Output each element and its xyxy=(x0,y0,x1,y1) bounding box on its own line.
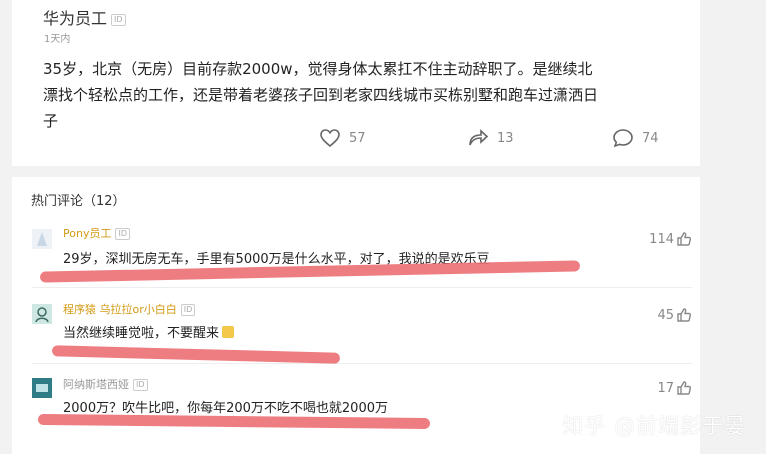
emoji-icon xyxy=(222,326,235,338)
comment-text: 当然继续睡觉啦，不要醒来 xyxy=(63,322,235,341)
id-badge: ID xyxy=(133,379,148,391)
comment-like-count: 45 xyxy=(657,307,674,323)
post-card: 华为员工 ID 1天内 35岁，北京（无房）目前存款2000w，觉得身体太累扛不住… xyxy=(12,0,700,166)
comment-author[interactable]: Pony员工 ID xyxy=(63,225,130,241)
comment-like-count: 114 xyxy=(649,231,674,247)
comment-text: 2000万？吹牛比吧，你每年200万不吃不喝也就2000万 xyxy=(63,401,388,416)
comment-author[interactable]: 程序猿 乌拉拉or小白白 ID xyxy=(63,301,196,317)
id-badge: ID xyxy=(180,304,196,316)
repost-button[interactable]: 13 xyxy=(467,128,514,148)
comment-text-content: 当然继续睡觉啦，不要醒来 xyxy=(63,326,220,341)
comment-bubble-icon xyxy=(613,129,633,148)
watermark: 知乎 @前端彭于晏 xyxy=(562,414,746,438)
comment-author-name[interactable]: 程序猿 乌拉拉or小白白 xyxy=(63,303,177,316)
comment-like-button[interactable]: 114 xyxy=(649,231,692,247)
like-count: 57 xyxy=(349,130,366,146)
repost-count: 13 xyxy=(497,130,514,146)
thumbs-up-icon xyxy=(677,308,692,322)
id-badge: ID xyxy=(111,13,126,26)
repost-arrow-icon xyxy=(469,129,489,146)
id-badge: ID xyxy=(115,228,130,240)
post-body: 35岁，北京（无房）目前存款2000w，觉得身体太累扛不住主动辞职了。是继续北漂… xyxy=(43,60,599,130)
post-author[interactable]: 华为员工 ID xyxy=(43,5,126,29)
avatar[interactable] xyxy=(32,304,52,324)
thumbs-up-icon xyxy=(677,232,692,246)
thumbs-up-icon xyxy=(677,381,692,395)
post-author-name[interactable]: 华为员工 xyxy=(43,9,107,28)
post-time: 1天内 xyxy=(44,34,71,45)
section-title: 热门评论（12） xyxy=(31,194,126,209)
comment-author-name[interactable]: Pony员工 xyxy=(63,227,111,240)
comment-author[interactable]: 阿纳斯塔西娅 ID xyxy=(63,376,148,392)
comment-count: 74 xyxy=(642,130,659,146)
like-button[interactable]: 57 xyxy=(319,128,366,148)
comment-like-button[interactable]: 17 xyxy=(657,380,692,396)
avatar[interactable] xyxy=(32,229,52,249)
comment-like-count: 17 xyxy=(657,380,674,396)
divider xyxy=(32,287,692,288)
heart-icon xyxy=(320,129,340,148)
comment-button[interactable]: 74 xyxy=(612,128,659,148)
avatar[interactable] xyxy=(32,378,52,398)
divider xyxy=(32,363,692,364)
comment-author-name[interactable]: 阿纳斯塔西娅 xyxy=(63,378,129,391)
comment-like-button[interactable]: 45 xyxy=(657,307,692,323)
